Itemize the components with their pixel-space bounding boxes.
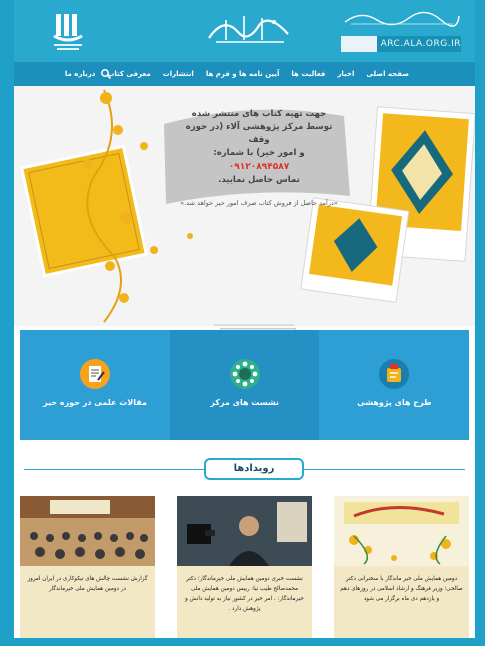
events-cards: گزارش نشست چالش های نیکوکاری در ایران ام… [20, 496, 469, 638]
event-card[interactable]: نشست خبری دومین همایش ملی خیرماندگار؛ دک… [177, 496, 312, 638]
nav-news[interactable]: اخبار [331, 62, 360, 86]
bottom-frame [0, 638, 485, 646]
banner-phone: ۰۹۱۲۰۸۹۴۵۸۷ [228, 162, 290, 172]
site-url: ARC.ALA.ORG.IR [376, 36, 461, 52]
header-search-box[interactable] [341, 36, 377, 52]
nav-publications[interactable]: انتشارات [157, 62, 200, 86]
tile-label: نشست های مرکز [210, 398, 280, 407]
right-frame [475, 0, 485, 646]
article-icon [80, 359, 110, 389]
event-caption: نشست خبری دومین همایش ملی خیرماندگار؛ دک… [185, 576, 304, 612]
hero-banner[interactable]: جهت تهیه کتاب های منتشر شده توسط مرکز پژ… [14, 86, 475, 326]
header-slogan-calligraphy [344, 11, 460, 27]
event-caption: گزارش نشست چالش های نیکوکاری در ایران ام… [27, 576, 148, 592]
event-image-conference-hall [20, 496, 155, 566]
tile-research-projects[interactable]: طرح های پژوهشی [319, 330, 470, 440]
calligraphy-emblem [208, 16, 289, 43]
search-icon[interactable] [100, 68, 112, 80]
event-caption: دومین همایش ملی خیر ماندگار با سخنرانی د… [340, 576, 463, 602]
tile-center-sessions[interactable]: نشست های مرکز [169, 330, 320, 440]
events-heading: رویدادها [204, 458, 304, 480]
nav-home[interactable]: صفحه اصلی [360, 62, 415, 86]
tile-label: مقالات علمی در حوزه خیر [43, 398, 147, 407]
event-card[interactable]: گزارش نشست چالش های نیکوکاری در ایران ام… [20, 496, 155, 638]
research-icon [379, 359, 410, 389]
banner-line-2: توسط مرکز پژوهشی آلاء (در حوزه وقف [185, 122, 333, 145]
left-frame [0, 0, 14, 646]
banner-line-3: و امور خیر) با شماره: [213, 148, 305, 158]
banner-footnote: «درآمد حاصل از فروش کتاب صرف امور خیر خو… [180, 199, 338, 207]
page: ARC.ALA.ORG.IR صفحه اصلی اخبار فعالیت ها… [14, 0, 475, 638]
tile-scientific-articles[interactable]: مقالات علمی در حوزه خیر [20, 330, 170, 440]
banner-line-1: جهت تهیه کتاب های منتشر شده [191, 109, 327, 119]
banner-message: جهت تهیه کتاب های منتشر شده توسط مرکز پژ… [174, 108, 344, 209]
nav-regulations[interactable]: آیین نامه ها و فرم ها [200, 62, 286, 86]
nav-activities[interactable]: فعالیت ها [285, 62, 331, 86]
event-image-speaker [177, 496, 312, 566]
feature-tiles: مقالات علمی در حوزه خیر نشست های مرکز طر… [20, 330, 470, 440]
site-header: ARC.ALA.ORG.IR [14, 0, 475, 62]
meeting-icon [229, 359, 260, 389]
nav-about[interactable]: درباره ما [59, 62, 101, 86]
event-card[interactable]: دومین همایش ملی خیر ماندگار با سخنرانی د… [334, 496, 469, 638]
site-url-bar: ARC.ALA.ORG.IR [341, 36, 461, 52]
banner-line-4: تماس حاصل نمایید. [218, 175, 300, 185]
site-logo[interactable] [48, 10, 88, 54]
main-nav: صفحه اصلی اخبار فعالیت ها آیین نامه ها و… [14, 62, 475, 86]
tile-label: طرح های پژوهشی [357, 398, 432, 407]
event-image-poster [334, 496, 469, 566]
